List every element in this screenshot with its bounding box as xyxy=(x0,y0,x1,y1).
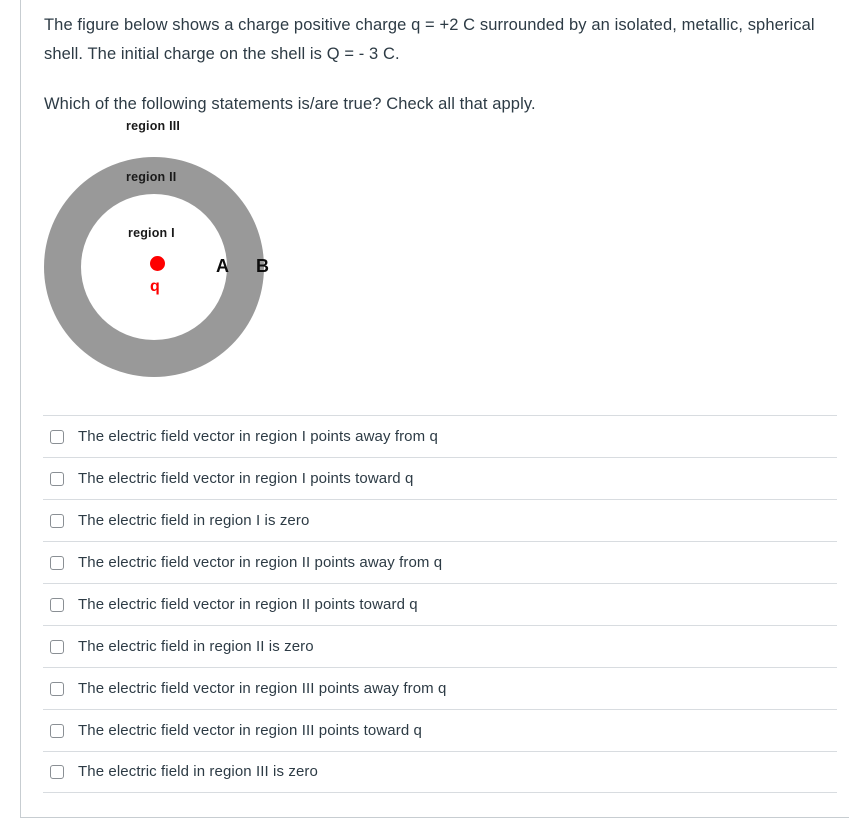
answer-list: The electric field vector in region I po… xyxy=(43,415,837,793)
answer-option-9[interactable]: The electric field in region III is zero xyxy=(43,751,837,793)
question-page: The figure below shows a charge positive… xyxy=(0,0,849,824)
question-bottom-border xyxy=(20,817,849,818)
answer-label: The electric field vector in region I po… xyxy=(78,427,438,445)
checkbox-icon[interactable] xyxy=(50,555,64,570)
checkbox-icon[interactable] xyxy=(50,597,64,612)
checkbox-icon[interactable] xyxy=(50,513,64,528)
answer-option-1[interactable]: The electric field vector in region I po… xyxy=(43,415,837,457)
question-left-border xyxy=(20,0,21,818)
answer-option-8[interactable]: The electric field vector in region III … xyxy=(43,709,837,751)
figure-label-region-i: region I xyxy=(128,226,175,240)
checkbox-icon[interactable] xyxy=(50,765,64,779)
answer-label: The electric field vector in region III … xyxy=(78,721,422,739)
answer-label: The electric field vector in region II p… xyxy=(78,553,443,571)
checkbox-icon[interactable] xyxy=(50,681,64,696)
answer-label: The electric field in region III is zero xyxy=(78,763,318,780)
answer-label: The electric field in region I is zero xyxy=(78,511,310,529)
figure-label-charge-q: q xyxy=(150,278,160,295)
figure-label-point-a: A xyxy=(216,256,229,276)
question-body: The figure below shows a charge positive… xyxy=(44,0,839,119)
checkbox-icon[interactable] xyxy=(50,639,64,654)
answer-label: The electric field vector in region I po… xyxy=(78,469,414,487)
checkbox-icon[interactable] xyxy=(50,429,64,444)
figure-label-region-ii: region II xyxy=(126,170,177,184)
figure-label-region-iii: region III xyxy=(126,119,181,133)
question-paragraph-1: The figure below shows a charge positive… xyxy=(44,16,815,63)
answer-option-2[interactable]: The electric field vector in region I po… xyxy=(43,457,837,499)
answer-option-5[interactable]: The electric field vector in region II p… xyxy=(43,583,837,625)
checkbox-icon[interactable] xyxy=(50,471,64,486)
answer-label: The electric field vector in region II p… xyxy=(78,595,418,613)
answer-option-6[interactable]: The electric field in region II is zero xyxy=(43,625,837,667)
answer-label: The electric field vector in region III … xyxy=(78,679,447,697)
answer-label: The electric field in region II is zero xyxy=(78,637,314,655)
answer-option-3[interactable]: The electric field in region I is zero xyxy=(43,499,837,541)
answer-option-7[interactable]: The electric field vector in region III … xyxy=(43,667,837,709)
answer-option-4[interactable]: The electric field vector in region II p… xyxy=(43,541,837,583)
figure-label-point-b: B xyxy=(256,256,269,276)
spherical-shell-figure: region III region II region I q A B xyxy=(44,114,344,399)
point-charge-icon xyxy=(150,256,165,271)
checkbox-icon[interactable] xyxy=(50,723,64,738)
